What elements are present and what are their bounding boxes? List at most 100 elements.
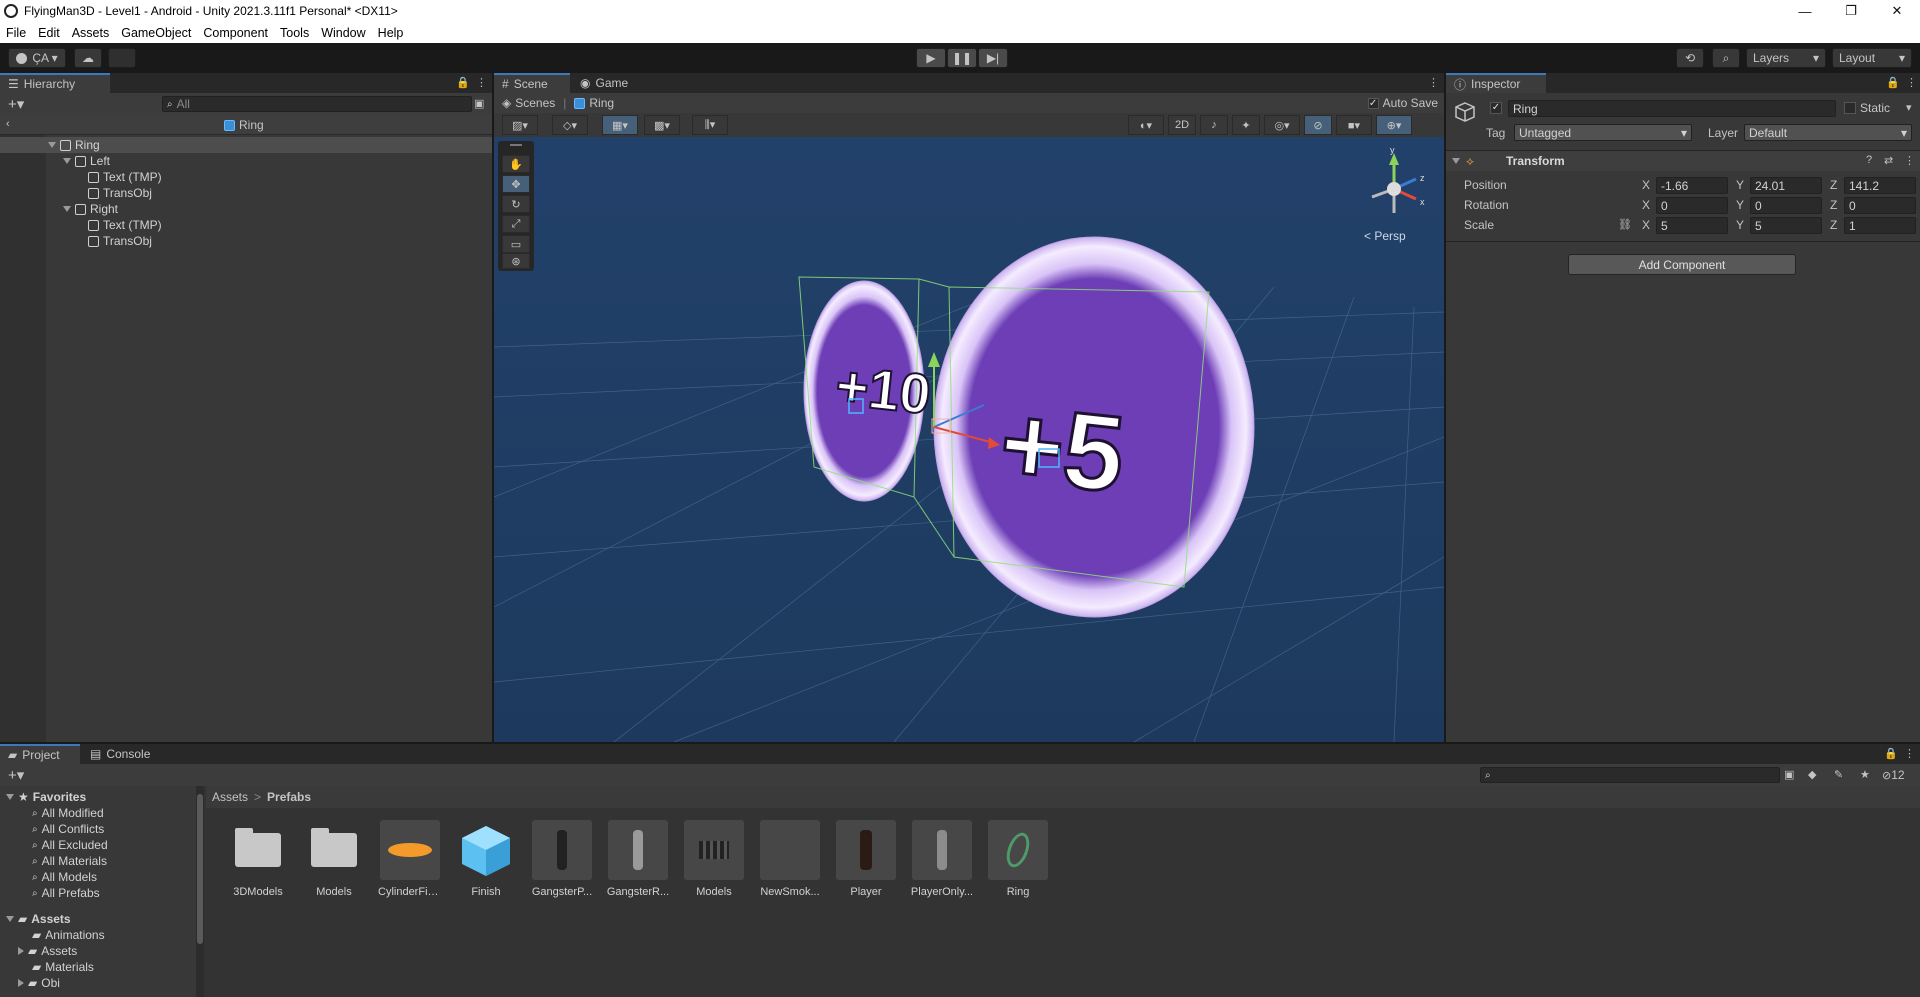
expand-arrow-icon[interactable] <box>18 979 24 987</box>
drag-handle[interactable] <box>510 144 522 146</box>
back-arrow-icon[interactable]: ‹ <box>6 118 10 130</box>
more-menu-icon[interactable]: ⋮ <box>1906 76 1917 89</box>
restore-button[interactable]: ❐ <box>1828 0 1874 22</box>
layers-dropdown[interactable]: Layers ▾ <box>1746 48 1826 68</box>
asset-folder-item[interactable]: ▰ Materials <box>32 959 94 975</box>
tab-inspector[interactable]: ⓘ Inspector <box>1446 73 1546 93</box>
audio-toggle[interactable]: ♪ <box>1200 115 1228 135</box>
assets-header[interactable]: ▰ Assets <box>6 911 71 927</box>
asset-item[interactable]: Models <box>302 820 366 898</box>
breadcrumb-ring[interactable]: Ring <box>589 96 614 110</box>
tab-console[interactable]: ▤ Console <box>82 744 162 764</box>
active-checkbox[interactable]: ✓ <box>1490 102 1502 114</box>
scale-z-field[interactable]: 1 <box>1844 217 1916 234</box>
tab-project[interactable]: ▰ Project <box>0 744 80 764</box>
tree-scrollbar[interactable] <box>196 786 204 997</box>
tree-item-right-transobj[interactable]: TransObj <box>88 233 152 249</box>
tree-item-left[interactable]: Left <box>63 153 110 169</box>
favorite-item[interactable]: ⌕ All Modified <box>32 805 104 821</box>
add-component-button[interactable]: Add Component <box>1568 254 1796 275</box>
position-x-field[interactable]: -1.66 <box>1656 177 1728 194</box>
expand-arrow-icon[interactable] <box>6 794 14 800</box>
more-menu-icon[interactable]: ⋮ <box>1904 747 1915 760</box>
lock-icon[interactable]: 🔒 <box>1884 747 1898 760</box>
close-button[interactable]: ✕ <box>1874 0 1920 22</box>
rotation-x-field[interactable]: 0 <box>1656 197 1728 214</box>
asset-item[interactable]: Finish <box>454 820 518 898</box>
2d-toggle[interactable]: 2D <box>1168 115 1196 135</box>
asset-folder-item[interactable]: ▰ Obi <box>18 975 60 991</box>
asset-item[interactable]: CylinderFin... <box>378 820 442 898</box>
tab-game[interactable]: ◉ Game <box>572 73 642 93</box>
tree-item-right[interactable]: Right <box>63 201 118 217</box>
gizmos-dropdown[interactable]: ⊕▾ <box>1376 115 1412 135</box>
favorite-item[interactable]: ⌕ All Excluded <box>32 837 108 853</box>
asset-item[interactable]: PlayerOnly... <box>910 820 974 898</box>
undo-history-button[interactable]: ⟲ <box>1676 48 1704 68</box>
hierarchy-search-input[interactable]: ⌕ All <box>162 96 472 112</box>
hidden-packages-toggle[interactable]: ⊘ 12 <box>1882 768 1905 782</box>
tree-item-ring[interactable]: Ring <box>48 137 100 153</box>
hand-tool-icon[interactable]: ✋ <box>502 155 530 173</box>
transform-header[interactable]: ⟡ Transform ? ⇄ ⋮ <box>1446 151 1920 171</box>
effects-toggle[interactable]: ✦ <box>1232 115 1260 135</box>
breadcrumb-prefabs[interactable]: Prefabs <box>267 790 311 804</box>
tree-item-right-text[interactable]: Text (TMP) <box>88 217 162 233</box>
favorite-item[interactable]: ⌕ All Prefabs <box>32 885 100 901</box>
draw-mode-dropdown[interactable]: ▨▾ <box>502 115 538 135</box>
breadcrumb-assets[interactable]: Assets <box>212 790 248 804</box>
static-checkbox[interactable] <box>1844 102 1856 114</box>
menu-tools[interactable]: Tools <box>274 26 315 40</box>
add-icon[interactable]: +▾ <box>8 95 24 113</box>
scale-y-field[interactable]: 5 <box>1750 217 1822 234</box>
play-button[interactable]: ▶ <box>916 48 946 68</box>
collab-button[interactable] <box>108 48 136 68</box>
increment-snap-toggle[interactable]: ▩▾ <box>644 115 680 135</box>
expand-arrow-icon[interactable] <box>48 142 56 148</box>
expand-arrow-icon[interactable] <box>18 947 24 955</box>
scale-tool-icon[interactable]: ⤢ <box>502 215 530 233</box>
position-z-field[interactable]: 141.2 <box>1844 177 1916 194</box>
tree-item-left-transobj[interactable]: TransObj <box>88 185 152 201</box>
expand-arrow-icon[interactable] <box>6 916 14 922</box>
favorite-item[interactable]: ⌕ All Materials <box>32 853 107 869</box>
menu-gameobject[interactable]: GameObject <box>115 26 197 40</box>
search-button[interactable]: ⌕ <box>1712 48 1740 68</box>
projection-toggle[interactable]: < Persp <box>1364 229 1406 243</box>
chevron-down-icon[interactable]: ▾ <box>1906 101 1912 114</box>
search-by-type-icon[interactable]: ▣ <box>1784 768 1794 781</box>
move-tool-icon[interactable]: ✥ <box>502 175 530 193</box>
search-by-label-icon[interactable]: ◆ <box>1808 768 1816 781</box>
layout-dropdown[interactable]: Layout ▾ <box>1832 48 1912 68</box>
tab-scene[interactable]: # Scene <box>494 73 570 93</box>
lock-icon[interactable]: 🔒 <box>1886 76 1900 89</box>
rotation-z-field[interactable]: 0 <box>1844 197 1916 214</box>
constrain-proportions-icon[interactable]: ⛓ <box>1618 218 1632 231</box>
add-icon[interactable]: +▾ <box>8 766 24 784</box>
preset-icon[interactable]: ⇄ <box>1884 154 1893 167</box>
breadcrumb-scenes[interactable]: Scenes <box>515 96 555 110</box>
favorite-item[interactable]: ⌕ All Models <box>32 869 97 885</box>
asset-item[interactable]: Player <box>834 820 898 898</box>
favorites-header[interactable]: ★ Favorites <box>6 789 86 805</box>
auto-save-checkbox[interactable]: ✓ <box>1367 97 1379 109</box>
more-menu-icon[interactable]: ⋮ <box>476 76 487 89</box>
lighting-toggle[interactable]: ◐▾ <box>1128 115 1164 135</box>
pause-button[interactable]: ❚❚ <box>947 48 977 68</box>
tab-hierarchy[interactable]: ☰ Hierarchy <box>0 73 110 93</box>
asset-item[interactable]: Ring <box>986 820 1050 898</box>
scene-visibility-icon[interactable]: ▣ <box>474 97 484 110</box>
layer-dropdown[interactable]: Default ▾ <box>1744 124 1912 141</box>
rotation-y-field[interactable]: 0 <box>1750 197 1822 214</box>
help-icon[interactable]: ? <box>1866 154 1872 166</box>
align-tool[interactable]: ⫼▾ <box>692 115 728 135</box>
rotate-tool-icon[interactable]: ↻ <box>502 195 530 213</box>
scale-x-field[interactable]: 5 <box>1656 217 1728 234</box>
menu-file[interactable]: File <box>0 26 32 40</box>
menu-component[interactable]: Component <box>197 26 274 40</box>
cloud-button[interactable]: ☁ <box>74 48 102 68</box>
tag-icon[interactable]: ✎ <box>1834 768 1843 781</box>
asset-item[interactable]: Models <box>682 820 746 898</box>
expand-arrow-icon[interactable] <box>63 206 71 212</box>
orientation-gizmo[interactable]: y z x <box>1354 145 1434 227</box>
